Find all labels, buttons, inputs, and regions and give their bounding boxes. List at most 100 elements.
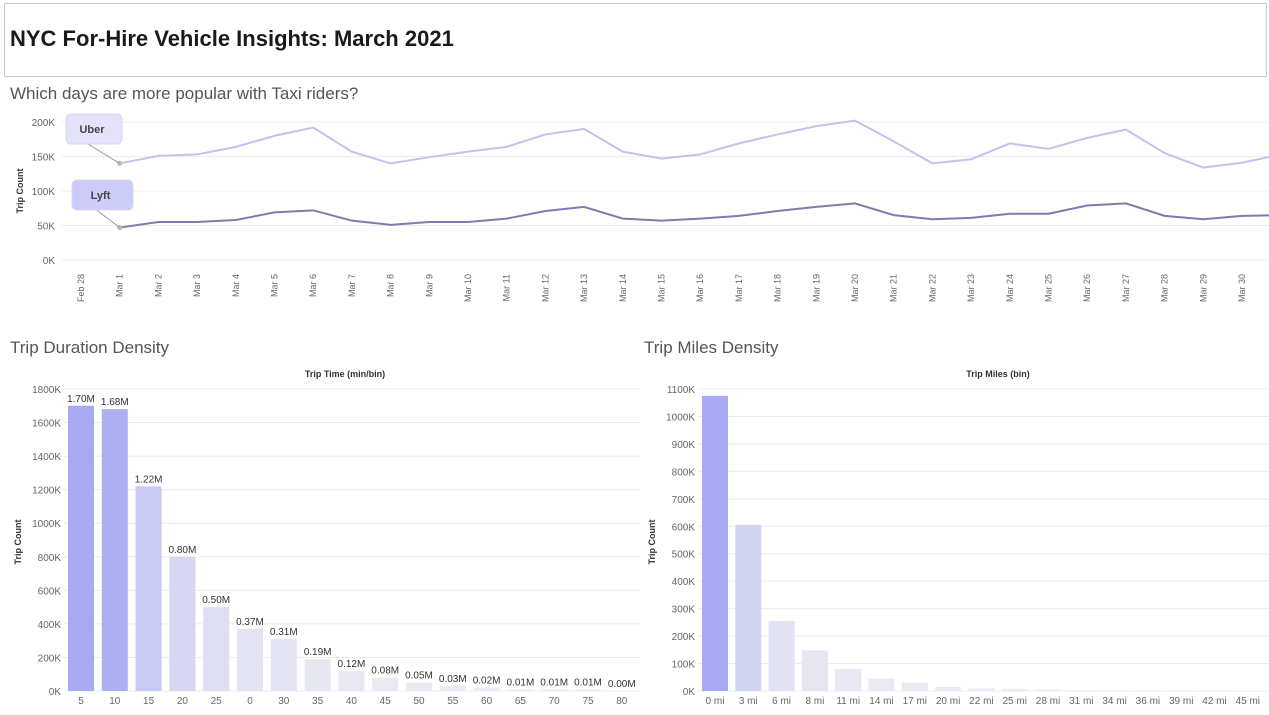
duration-section-title: Trip Duration Density [10, 338, 170, 357]
line-x-tick-label: Mar 30 [1237, 274, 1247, 302]
duration-data-label: 0.50M [202, 595, 230, 606]
line-y-tick-label: 50K [37, 222, 55, 233]
duration-bar [507, 689, 534, 691]
duration-data-label: 0.02M [473, 676, 501, 687]
miles-x-tick-label: 42 mi [1202, 696, 1226, 707]
line-y-tick-label: 0K [43, 256, 56, 267]
miles-x-tick-label: 25 mi [1002, 696, 1026, 707]
duration-bar [372, 677, 399, 691]
line-x-tick-label: Mar 21 [889, 274, 899, 302]
miles-y-tick-label: 400K [672, 577, 696, 588]
series-callout-label: Uber [79, 124, 105, 136]
duration-x-tick-label: 50 [413, 696, 425, 707]
line-x-tick-label: Mar 3 [192, 274, 202, 297]
series-callout-label: Lyft [91, 190, 111, 202]
miles-bar [1101, 690, 1128, 691]
duration-data-label: 1.70M [67, 394, 95, 405]
duration-bar [135, 486, 162, 691]
duration-y-tick-label: 600K [38, 586, 62, 597]
miles-y-tick-label: 0K [683, 687, 696, 698]
duration-data-label: 0.03M [439, 674, 467, 685]
miles-y-tick-label: 600K [672, 522, 696, 533]
duration-data-label: 0.01M [540, 677, 568, 688]
miles-y-tick-label: 100K [672, 660, 696, 671]
line-x-tick-label: Mar 9 [424, 274, 434, 297]
duration-x-tick-label: 35 [312, 696, 324, 707]
miles-bar [1035, 689, 1061, 691]
line-x-tick-label: Mar 19 [811, 274, 821, 302]
line-section-title: Which days are more popular with Taxi ri… [10, 84, 359, 103]
miles-x-tick-label: 34 mi [1102, 696, 1126, 707]
duration-chart-title: Trip Time (min/bin) [305, 369, 385, 379]
line-x-tick-label: Feb 28 [76, 274, 86, 302]
trip-duration-bar-chart: Trip Time (min/bin) 1800K 1600K 1400K 1200K 1… [13, 369, 640, 707]
line-x-tick-label: Mar 25 [1044, 274, 1054, 302]
miles-bar [835, 669, 862, 691]
duration-y-tick-label: 0K [49, 687, 62, 698]
duration-x-tick-label: 20 [177, 696, 189, 707]
duration-data-label: 0.00M [608, 679, 636, 690]
duration-bar [439, 685, 466, 691]
duration-x-tick-label: 65 [515, 696, 527, 707]
line-x-tick-label: Mar 5 [270, 274, 280, 297]
line-x-tick-label: Mar 10 [463, 274, 473, 302]
duration-y-tick-label: 1000K [32, 519, 61, 530]
duration-x-tick-label: 5 [78, 696, 84, 707]
line-x-tick-label: Mar 14 [618, 274, 628, 302]
line-x-tick-label: Mar 29 [1198, 274, 1208, 302]
line-x-tick-label: Mar 28 [1160, 274, 1170, 302]
miles-x-tick-label: 45 mi [1236, 696, 1260, 707]
miles-y-axis-label: Trip Count [647, 520, 657, 565]
miles-x-tick-label: 11 mi [836, 696, 860, 707]
line-x-tick-label: Mar 4 [231, 274, 241, 297]
duration-data-label: 0.01M [507, 677, 535, 688]
line-x-tick-label: Mar 8 [386, 274, 396, 297]
series-line-lyft [119, 202, 1269, 229]
duration-y-axis-label: Trip Count [13, 520, 23, 565]
duration-data-label: 0.12M [338, 659, 366, 670]
line-x-tick-label: Mar 6 [308, 274, 318, 297]
duration-data-label: 0.31M [270, 627, 298, 638]
line-y-axis-label: Trip Count [15, 169, 25, 214]
miles-x-tick-label: 8 mi [805, 696, 824, 707]
duration-x-tick-label: 60 [481, 696, 493, 707]
miles-bar [735, 524, 762, 691]
miles-x-tick-label: 14 mi [869, 696, 893, 707]
line-x-tick-label: Mar 20 [850, 274, 860, 302]
miles-bar [1001, 688, 1028, 691]
miles-x-tick-label: 6 mi [772, 696, 791, 707]
duration-y-tick-label: 800K [38, 553, 62, 564]
line-x-tick-label: Mar 24 [1005, 274, 1015, 302]
duration-bar [575, 689, 601, 691]
duration-y-tick-label: 1200K [32, 486, 61, 497]
duration-bar [473, 687, 500, 691]
duration-bar [68, 405, 94, 691]
duration-bar [270, 638, 297, 691]
daily-trips-line-chart: 200K 150K 100K 50K 0K Trip Count Feb 28 Mar 1 Ma… [15, 113, 1269, 302]
line-x-tick-label: Mar 27 [1121, 274, 1131, 302]
miles-x-tick-label: 31 mi [1069, 696, 1093, 707]
duration-x-tick-label: 70 [549, 696, 561, 707]
duration-bar [203, 607, 230, 691]
line-x-tick-label: Mar 15 [657, 274, 667, 302]
duration-bar [406, 682, 432, 691]
miles-bar [935, 686, 962, 691]
duration-y-tick-label: 200K [38, 653, 62, 664]
duration-x-tick-label: 45 [380, 696, 392, 707]
series-line-uber [119, 119, 1269, 169]
miles-bar [968, 688, 995, 691]
miles-x-tick-label: 28 mi [1036, 696, 1060, 707]
line-x-tick-label: Mar 17 [734, 274, 744, 302]
miles-x-tick-label: 36 mi [1136, 696, 1160, 707]
series-callout-leader [87, 143, 120, 164]
miles-bar [768, 620, 795, 691]
duration-y-tick-label: 1600K [32, 419, 61, 430]
duration-bar [304, 659, 331, 691]
duration-bar [169, 556, 196, 691]
miles-x-tick-label: 22 mi [969, 696, 993, 707]
miles-section-title: Trip Miles Density [644, 338, 779, 357]
line-x-tick-label: Mar 7 [347, 274, 357, 297]
duration-x-tick-label: 30 [278, 696, 290, 707]
line-x-tick-label: Mar 13 [579, 274, 589, 302]
miles-y-tick-label: 1100K [667, 385, 696, 396]
